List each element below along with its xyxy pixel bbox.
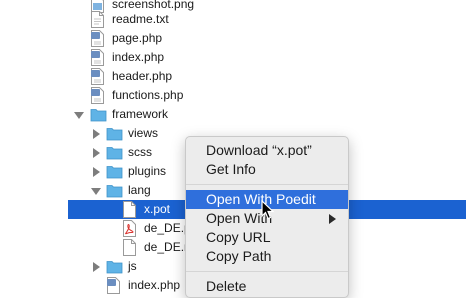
php-file-icon [91, 68, 104, 85]
menu-item-label: Get Info [206, 161, 256, 177]
tree-item-label: header.php [112, 69, 173, 83]
submenu-arrow-icon [329, 214, 336, 224]
text-file-icon [123, 239, 136, 256]
tree-item-label: index.php [128, 278, 181, 292]
tree-item-label: js [128, 259, 137, 273]
disclosure-open-icon[interactable] [74, 112, 84, 119]
menu-item-copy-url[interactable]: Copy URL [186, 228, 348, 247]
disclosure-closed-icon[interactable] [93, 129, 100, 139]
tree-item-file[interactable]: functions.php [0, 86, 466, 105]
tree-item-file[interactable]: readme.txt [0, 10, 466, 29]
folder-icon [106, 261, 123, 274]
php-file-icon [91, 49, 104, 66]
tree-item-label: page.php [112, 31, 163, 45]
disclosure-closed-icon[interactable] [93, 167, 100, 177]
menu-item-download[interactable]: Download “x.pot” [186, 141, 348, 160]
tree-item-file[interactable]: page.php [0, 29, 466, 48]
tree-item-label: readme.txt [112, 12, 169, 26]
mouse-pointer-icon [261, 200, 275, 220]
folder-icon [106, 185, 123, 198]
folder-icon [90, 109, 107, 122]
php-file-icon [91, 30, 104, 47]
menu-separator [186, 271, 348, 272]
folder-icon [106, 147, 123, 160]
menu-item-get-info[interactable]: Get Info [186, 160, 348, 179]
disclosure-closed-icon[interactable] [93, 148, 100, 158]
tree-item-label: index.php [112, 50, 165, 64]
tree-item-file[interactable]: header.php [0, 67, 466, 86]
disclosure-closed-icon[interactable] [93, 262, 100, 272]
text-file-icon [91, 11, 104, 28]
tree-item-label: functions.php [112, 88, 184, 102]
tree-item-label: scss [128, 145, 152, 159]
tree-item-label: x.pot [144, 202, 171, 216]
folder-icon [106, 166, 123, 179]
menu-item-label: Download “x.pot” [206, 142, 312, 158]
blank-file-icon [123, 201, 136, 218]
menu-item-label: Copy URL [206, 229, 271, 245]
menu-item-label: Delete [206, 278, 247, 294]
pdf-file-icon [123, 220, 136, 237]
tree-item-label: framework [112, 107, 169, 121]
tree-item-folder[interactable]: framework [0, 105, 466, 124]
tree-item-label: views [128, 126, 159, 140]
tree-item-file[interactable]: index.php [0, 48, 466, 67]
php-file-icon [91, 87, 104, 104]
php-file-icon [107, 277, 120, 294]
menu-item-delete[interactable]: Delete [186, 277, 348, 296]
menu-separator [186, 184, 348, 185]
tree-item-label: plugins [128, 164, 167, 178]
disclosure-open-icon[interactable] [91, 188, 101, 195]
menu-item-copy-path[interactable]: Copy Path [186, 247, 348, 266]
folder-icon [106, 128, 123, 141]
tree-item-label: lang [128, 183, 151, 197]
menu-item-label: Copy Path [206, 248, 272, 264]
